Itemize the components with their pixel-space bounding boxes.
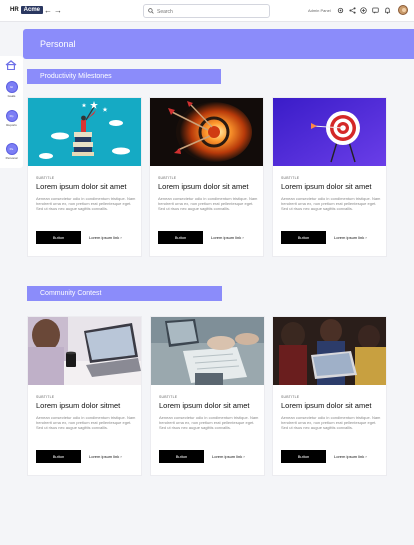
logo-acme: Acme (20, 6, 44, 14)
card-title: Lorem ipsum dolor sit amet (281, 401, 372, 410)
card-image (28, 98, 141, 166)
sidebar-item-label: Reports (6, 123, 17, 127)
card-title: Lorem ipsum dolor sitmet (36, 401, 121, 410)
card-subtitle: SUBTITLE (159, 395, 178, 399)
sidebar: Gl Goals Rp Reports Pe Personal (0, 56, 23, 168)
card: SUBTITLE Lorem ipsum dolor sitmet Aenean… (27, 316, 142, 476)
sidebar-item-reports-icon: Rp (5, 110, 18, 122)
card-image (28, 317, 141, 385)
card-image (150, 98, 263, 166)
card-description: Aenean consectetur odio in condimentum t… (36, 196, 136, 212)
section-title-productivity: Productivity Milestones (27, 69, 221, 84)
search-icon (148, 8, 154, 14)
bell-icon[interactable] (384, 7, 391, 14)
card-title: Lorem ipsum dolor sit amet (281, 182, 372, 191)
card-description: Aenean consectetur odio in condimentum t… (158, 196, 258, 212)
logo-hr: HR (10, 7, 19, 13)
card-subtitle: SUBTITLE (281, 176, 300, 180)
card-link[interactable]: Lorem ipsum link › (334, 235, 367, 240)
card-button[interactable]: Button (281, 231, 326, 244)
search-placeholder: Search (157, 8, 173, 15)
message-icon[interactable] (372, 7, 379, 14)
logo[interactable]: HR Acme (10, 6, 44, 14)
section-title-community: Community Contest (27, 286, 222, 301)
card-subtitle: SUBTITLE (36, 176, 55, 180)
card-link[interactable]: Lorem ipsum link › (334, 454, 367, 459)
card-subtitle: SUBTITLE (36, 395, 55, 399)
share-icon[interactable] (349, 7, 356, 14)
card-subtitle: SUBTITLE (281, 395, 300, 399)
card: SUBTITLE Lorem ipsum dolor sit amet Aene… (150, 316, 265, 476)
home-icon[interactable] (5, 60, 17, 70)
page-title: Personal (40, 39, 76, 49)
back-arrow-icon[interactable]: ← (44, 7, 52, 15)
sidebar-item-personal-icon: Pe (5, 143, 18, 155)
card-description: Aenean consectetur odio in condimentum t… (36, 415, 136, 431)
card: SUBTITLE Lorem ipsum dolor sit amet Aene… (27, 97, 142, 257)
sidebar-item-reports[interactable]: Rp Reports (0, 110, 23, 127)
sidebar-item-personal[interactable]: Pe Personal (0, 143, 23, 160)
card-link[interactable]: Lorem ipsum link › (89, 454, 122, 459)
card-button[interactable]: Button (281, 450, 326, 463)
sidebar-item-goals[interactable]: Gl Goals (0, 81, 23, 98)
card-title: Lorem ipsum dolor sit amet (159, 401, 250, 410)
card-button[interactable]: Button (36, 450, 81, 463)
card: SUBTITLE Lorem ipsum dolor sit amet Aene… (272, 316, 387, 476)
card-description: Aenean consectetur odio in condimentum t… (281, 415, 381, 431)
card-link[interactable]: Lorem ipsum link › (89, 235, 122, 240)
card-button[interactable]: Button (159, 450, 204, 463)
user-name[interactable]: Admin Panel (308, 8, 331, 13)
card-description: Aenean consectetur odio in condimentum t… (281, 196, 381, 212)
card-link[interactable]: Lorem ipsum link › (212, 454, 245, 459)
card-description: Aenean consectetur odio in condimentum t… (159, 415, 259, 431)
page-banner: Personal (23, 29, 414, 59)
card-image (273, 317, 386, 385)
card-subtitle: SUBTITLE (158, 176, 177, 180)
card-button[interactable]: Button (158, 231, 203, 244)
top-bar: HR Acme ← → Search Admin Panel (0, 0, 414, 22)
sidebar-item-goals-icon: Gl (5, 81, 18, 93)
settings-icon[interactable] (337, 7, 344, 14)
forward-arrow-icon[interactable]: → (54, 7, 62, 15)
card-title: Lorem ipsum dolor sit amet (36, 182, 127, 191)
sidebar-item-label: Goals (7, 94, 16, 98)
card-title: Lorem ipsum dolor sit amet (158, 182, 249, 191)
card-link[interactable]: Lorem ipsum link › (211, 235, 244, 240)
user-avatar[interactable] (398, 5, 408, 15)
search-input[interactable]: Search (143, 4, 270, 18)
add-circle-icon[interactable] (360, 7, 367, 14)
card-button[interactable]: Button (36, 231, 81, 244)
sidebar-item-label: Personal (5, 156, 18, 160)
card-image (273, 98, 386, 166)
card-image (151, 317, 264, 385)
card: SUBTITLE Lorem ipsum dolor sit amet Aene… (149, 97, 264, 257)
card: SUBTITLE Lorem ipsum dolor sit amet Aene… (272, 97, 387, 257)
